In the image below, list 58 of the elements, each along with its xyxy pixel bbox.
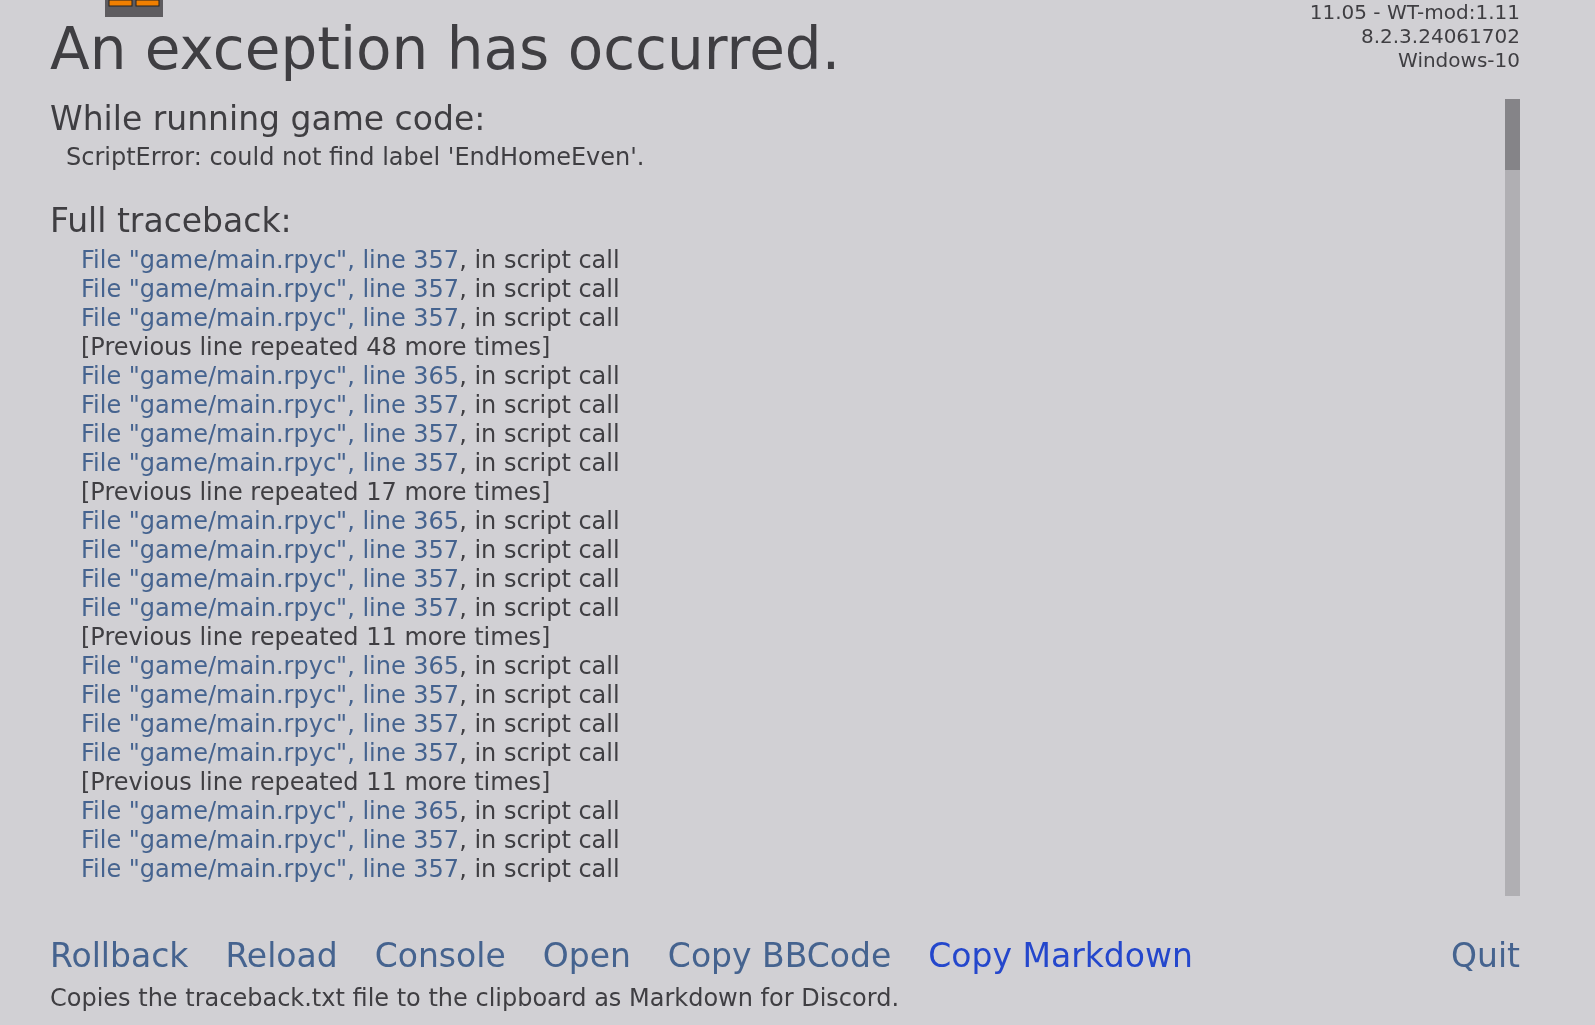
traceback-link[interactable]: File "game/main.rpyc", line 365 — [81, 797, 460, 826]
traceback-text: , in script call — [459, 420, 620, 449]
traceback-text: , in script call — [459, 855, 620, 884]
traceback-text: , in script call — [459, 739, 620, 768]
action-link[interactable]: Console — [374, 936, 506, 976]
traceback-link[interactable]: File "game/main.rpyc", line 365 — [81, 362, 460, 391]
traceback-link[interactable]: File "game/main.rpyc", line 357 — [81, 304, 460, 333]
traceback-text: , in script call — [459, 681, 620, 710]
traceback-link[interactable]: File "game/main.rpyc", line 357 — [81, 536, 460, 565]
action-link[interactable]: Copy Markdown — [928, 936, 1193, 976]
traceback-link[interactable]: File "game/main.rpyc", line 365 — [81, 652, 460, 681]
traceback-text: [Previous line repeated 17 more times] — [81, 478, 552, 507]
traceback-text: [Previous line repeated 11 more times] — [81, 768, 552, 797]
action-link[interactable]: Rollback — [50, 936, 189, 976]
traceback-link[interactable]: File "game/main.rpyc", line 357 — [81, 681, 460, 710]
traceback-link[interactable]: File "game/main.rpyc", line 357 — [81, 391, 460, 420]
error-title: An exception has occurred. — [50, 18, 841, 80]
traceback-link[interactable]: File "game/main.rpyc", line 357 — [81, 246, 460, 275]
traceback-link[interactable]: File "game/main.rpyc", line 357 — [81, 855, 460, 884]
action-link[interactable]: Open — [542, 936, 631, 976]
action-link[interactable]: Reload — [225, 936, 338, 976]
action-link[interactable]: Quit — [1451, 936, 1520, 976]
traceback-link[interactable]: File "game/main.rpyc", line 365 — [81, 507, 460, 536]
error-message: ScriptError: could not find label 'EndHomeEven'. — [65, 143, 646, 171]
version-info: Windows-10 — [1398, 48, 1520, 72]
scrollbar-thumb[interactable] — [1505, 99, 1520, 170]
traceback-link[interactable]: File "game/main.rpyc", line 357 — [81, 594, 460, 623]
traceback-text: , in script call — [459, 507, 620, 536]
action-link[interactable]: Copy BBCode — [667, 936, 892, 976]
status-text: Copies the traceback.txt file to the clipboard as Markdown for Discord. — [50, 984, 900, 1012]
traceback-link[interactable]: File "game/main.rpyc", line 357 — [81, 449, 460, 478]
traceback-text: , in script call — [459, 826, 620, 855]
traceback-text: , in script call — [459, 710, 620, 739]
section-heading: Full traceback: — [50, 201, 293, 241]
traceback-text: , in script call — [459, 652, 620, 681]
traceback-text: , in script call — [459, 391, 620, 420]
traceback-link[interactable]: File "game/main.rpyc", line 357 — [81, 739, 460, 768]
traceback-link[interactable]: File "game/main.rpyc", line 357 — [81, 275, 460, 304]
traceback-link[interactable]: File "game/main.rpyc", line 357 — [81, 565, 460, 594]
traceback-text: , in script call — [459, 362, 620, 391]
traceback-link[interactable]: File "game/main.rpyc", line 357 — [81, 710, 460, 739]
traceback-link[interactable]: File "game/main.rpyc", line 357 — [81, 826, 460, 855]
traceback-link[interactable]: File "game/main.rpyc", line 357 — [81, 420, 460, 449]
traceback-text: , in script call — [459, 797, 620, 826]
traceback-text: [Previous line repeated 48 more times] — [81, 333, 552, 362]
traceback-text: , in script call — [459, 536, 620, 565]
traceback-text: , in script call — [459, 565, 620, 594]
traceback-text: , in script call — [459, 246, 620, 275]
scrollbar-track[interactable] — [1505, 99, 1520, 896]
traceback-text: , in script call — [459, 594, 620, 623]
traceback-text: [Previous line repeated 11 more times] — [81, 623, 552, 652]
version-info: 11.05 - WT-mod:1.11 — [1309, 0, 1520, 24]
traceback-text: , in script call — [459, 275, 620, 304]
section-heading: While running game code: — [50, 99, 487, 139]
app-icon — [105, 0, 163, 17]
version-info: 8.2.3.24061702 — [1360, 24, 1520, 48]
traceback-text: , in script call — [459, 449, 620, 478]
traceback-text: , in script call — [459, 304, 620, 333]
